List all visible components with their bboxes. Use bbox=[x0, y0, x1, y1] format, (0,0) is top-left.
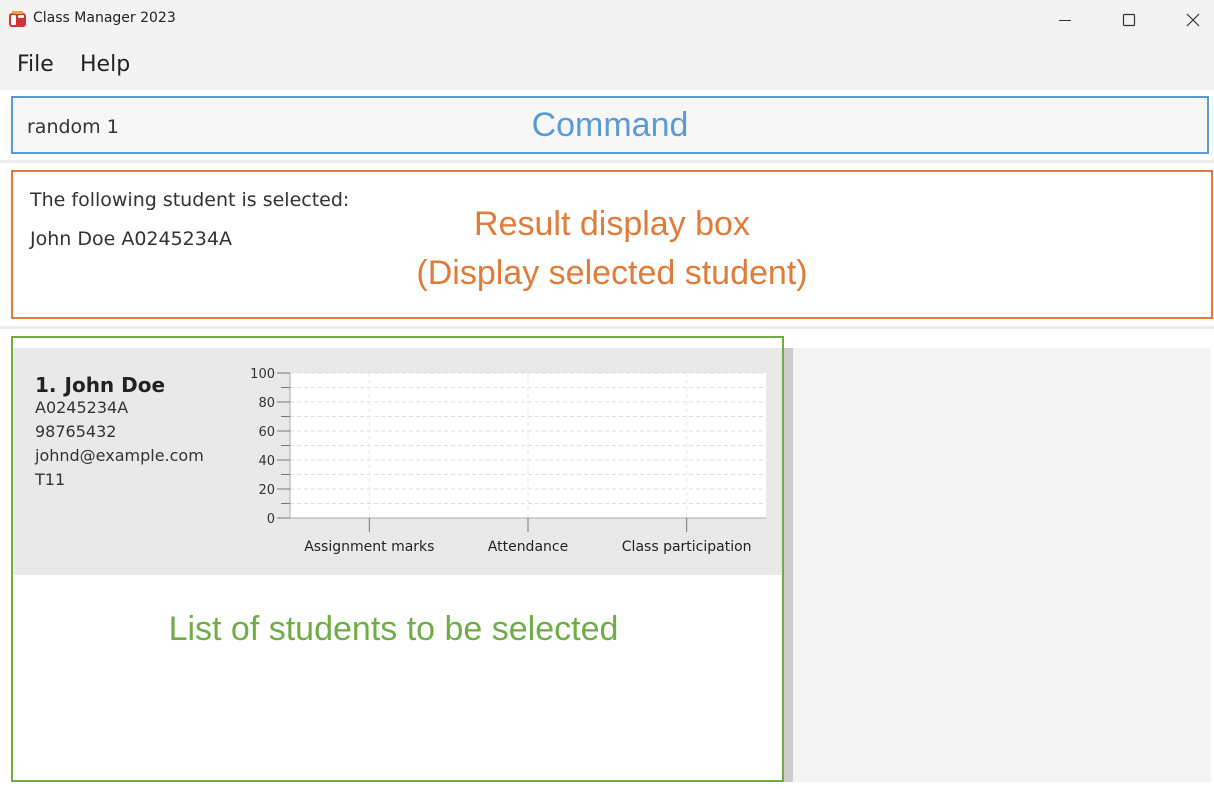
class-manager-window: Class Manager 2023 File Help Command The… bbox=[0, 0, 1214, 789]
result-annotation-title: Result display box bbox=[474, 205, 750, 243]
chart-x-tick-label: Class participation bbox=[622, 539, 752, 555]
menu-help[interactable]: Help bbox=[80, 52, 130, 77]
minimize-icon bbox=[1059, 20, 1071, 21]
result-annotation-subtitle: (Display selected student) bbox=[416, 254, 808, 292]
close-icon bbox=[1186, 13, 1200, 27]
empty-panel-area bbox=[793, 348, 1211, 782]
chart-x-tick-label: Attendance bbox=[488, 539, 568, 555]
menu-file[interactable]: File bbox=[17, 52, 54, 77]
maximize-icon bbox=[1122, 13, 1136, 27]
menu-bar: File Help bbox=[0, 40, 1214, 90]
chart-x-tick-label: Assignment marks bbox=[304, 539, 434, 555]
student-list-panel[interactable]: 1. John Doe A0245234A 98765432 johnd@exam… bbox=[11, 336, 784, 782]
window-title: Class Manager 2023 bbox=[33, 10, 176, 26]
result-display-box: The following student is selected: John … bbox=[11, 170, 1213, 319]
chart-y-tick-label: 60 bbox=[258, 425, 275, 440]
command-box: Command bbox=[11, 96, 1209, 154]
chart-y-tick-label: 100 bbox=[250, 367, 275, 382]
list-scrollbar[interactable] bbox=[783, 348, 793, 782]
maximize-button[interactable] bbox=[1106, 0, 1152, 40]
chart-y-tick-label: 80 bbox=[258, 396, 275, 411]
minimize-button[interactable] bbox=[1042, 0, 1088, 40]
command-input[interactable] bbox=[27, 115, 427, 139]
student-list-annotation: List of students to be selected bbox=[168, 610, 619, 648]
chart-y-tick-label: 20 bbox=[258, 483, 275, 498]
close-button[interactable] bbox=[1170, 0, 1214, 40]
chart-y-tick-label: 40 bbox=[258, 454, 275, 469]
divider bbox=[0, 160, 1214, 163]
student-performance-chart: 0 20 40 60 80 100 Assignment marks Attendance Cl… bbox=[250, 367, 766, 555]
student-card[interactable]: 1. John Doe A0245234A 98765432 johnd@exam… bbox=[13, 348, 782, 575]
title-bar[interactable]: Class Manager 2023 bbox=[0, 0, 1214, 40]
class-manager-app-icon bbox=[9, 11, 26, 27]
divider bbox=[0, 326, 1214, 329]
chart-y-tick-label: 0 bbox=[267, 512, 275, 527]
